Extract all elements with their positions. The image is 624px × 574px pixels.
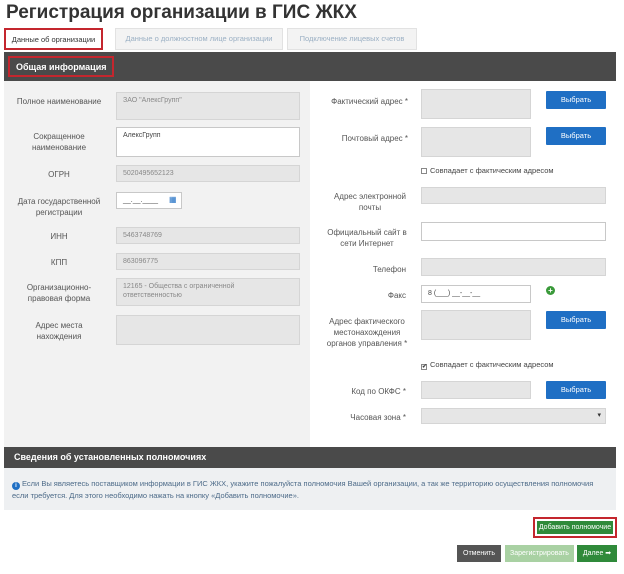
same-as-actual-label: Совпадает с фактическим адресом	[430, 166, 554, 175]
inn-field[interactable]: 5463748769	[116, 227, 300, 244]
opf-label: Организационно-правовая форма	[26, 283, 92, 303]
inn-label: ИНН	[50, 232, 68, 241]
postal-address-field[interactable]	[421, 127, 531, 157]
chevron-down-icon: ▾	[597, 412, 601, 419]
calendar-icon[interactable]: ▦	[169, 195, 177, 204]
ogrn-label: ОГРН	[48, 170, 70, 179]
next-button[interactable]: Далее ➡	[577, 545, 617, 562]
add-fax-icon[interactable]: +	[546, 286, 555, 295]
tab-personal-accounts[interactable]: Подключение лицевых счетов	[287, 28, 417, 50]
location-field[interactable]	[116, 315, 300, 345]
actual-address-field[interactable]	[421, 89, 531, 119]
timezone-select[interactable]: ▾	[421, 408, 606, 424]
ogrn-field[interactable]: 5020495652123	[116, 165, 300, 182]
mgmt-same-as-actual-checkbox[interactable]: ✔ Совпадает с фактическим адресом	[421, 360, 554, 370]
short-name-field[interactable]: АлексГрупп	[116, 127, 300, 157]
right-panel: Фактический адрес * Выбрать Почтовый адр…	[310, 81, 616, 447]
kpp-label: КПП	[50, 258, 68, 267]
short-name-label: Сокращенное наименование	[31, 132, 87, 152]
info-text: Если Вы являетесь поставщиком информации…	[12, 479, 594, 500]
add-power-button[interactable]: Добавить полномочие	[533, 517, 617, 538]
phone-label: Телефон	[372, 265, 406, 274]
add-power-label: Добавить полномочие	[537, 521, 613, 534]
email-field[interactable]	[421, 187, 606, 204]
general-info-title: Общая информация	[8, 56, 115, 77]
opf-field[interactable]: 12165 - Общества с ограниченной ответств…	[116, 278, 300, 306]
tab-bar: Данные об организации Данные о должностн…	[4, 28, 616, 50]
mgmt-address-field[interactable]	[421, 310, 531, 340]
page-title: Регистрация организации в ГИС ЖКХ	[6, 2, 357, 23]
choose-actual-address-button[interactable]: Выбрать	[546, 91, 606, 109]
fax-field[interactable]: 8 (___) __-__-__	[421, 285, 531, 303]
website-field[interactable]	[421, 222, 606, 241]
phone-field[interactable]	[421, 258, 606, 276]
cancel-button[interactable]: Отменить	[457, 545, 501, 562]
info-message: i Если Вы являетесь поставщиком информаци…	[4, 468, 616, 510]
tab-organization-data[interactable]: Данные об организации	[4, 28, 103, 50]
full-name-label: Полное наименование	[16, 97, 102, 106]
mgmt-same-as-actual-label: Совпадает с фактическим адресом	[430, 360, 554, 369]
register-button[interactable]: Зарегистрировать	[505, 545, 574, 562]
fax-label: Факс	[387, 291, 406, 300]
left-panel: Полное наименование ЗАО "АлексГрупп" Сок…	[4, 81, 310, 447]
choose-mgmt-address-button[interactable]: Выбрать	[546, 311, 606, 329]
location-label: Адрес места нахождения	[35, 321, 83, 341]
mgmt-address-label: Адрес фактического местонахождения орган…	[326, 317, 408, 348]
okfs-label: Код по ОКФС *	[351, 387, 406, 396]
powers-header: Сведения об установленных полномочиях	[4, 447, 616, 468]
same-as-actual-checkbox[interactable]: Совпадает с фактическим адресом	[421, 166, 554, 175]
tab-official-data[interactable]: Данные о должностном лице организации	[115, 28, 283, 50]
choose-postal-address-button[interactable]: Выбрать	[546, 127, 606, 145]
general-info-header: Общая информация	[4, 52, 616, 81]
website-label: Официальный сайт в сети Интернет	[327, 228, 407, 248]
full-name-field[interactable]: ЗАО "АлексГрупп"	[116, 92, 300, 120]
okfs-field[interactable]	[421, 381, 531, 399]
postal-address-label: Почтовый адрес *	[341, 134, 408, 143]
timezone-label: Часовая зона *	[350, 413, 406, 422]
reg-date-label: Дата государственной регистрации	[17, 197, 101, 217]
kpp-field[interactable]: 863096775	[116, 253, 300, 270]
email-label: Адрес электронной почты	[333, 192, 407, 212]
powers-title: Сведения об установленных полномочиях	[14, 452, 207, 462]
choose-okfs-button[interactable]: Выбрать	[546, 381, 606, 399]
actual-address-label: Фактический адрес *	[331, 97, 408, 106]
info-icon: i	[12, 482, 20, 490]
